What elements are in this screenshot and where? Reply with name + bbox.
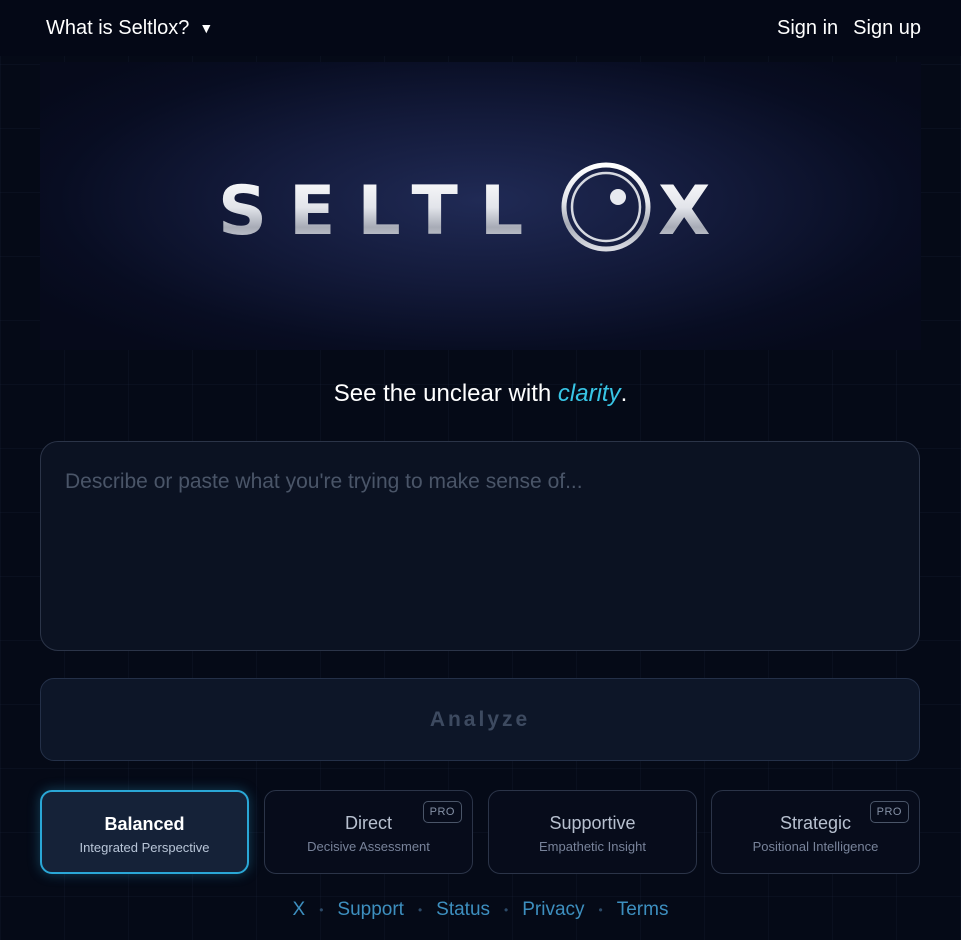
hero-banner: SELTL X	[40, 62, 921, 350]
tagline-period: .	[620, 380, 628, 407]
footer-link-status[interactable]: Status	[436, 898, 490, 922]
analyze-button[interactable]: Analyze	[40, 678, 920, 761]
tagline: See the unclear with clarity.	[0, 378, 961, 410]
logo-text-left: SELTL	[218, 172, 545, 251]
situation-input[interactable]	[40, 441, 920, 651]
logo-text-right: X	[658, 172, 710, 251]
sign-up-link[interactable]: Sign up	[853, 16, 921, 40]
mode-direct[interactable]: PRO Direct Decisive Assessment	[264, 790, 473, 874]
footer-link-terms[interactable]: Terms	[617, 898, 669, 922]
top-bar: What is Seltlox? ▼ Sign in Sign up	[0, 0, 961, 56]
footer-links: X • Support • Status • Privacy • Terms	[0, 898, 961, 922]
tagline-accent: clarity	[557, 380, 621, 407]
mode-subtitle: Empathetic Insight	[539, 839, 646, 854]
mode-strategic[interactable]: PRO Strategic Positional Intelligence	[711, 790, 920, 874]
separator-dot: •	[598, 903, 603, 917]
about-label: What is Seltlox?	[46, 17, 190, 39]
mode-balanced[interactable]: Balanced Integrated Perspective	[40, 790, 249, 874]
mode-subtitle: Integrated Perspective	[79, 840, 210, 855]
mode-title: Balanced	[104, 814, 185, 834]
footer-link-privacy[interactable]: Privacy	[522, 898, 584, 922]
mode-title: Supportive	[549, 813, 636, 833]
page: What is Seltlox? ▼ Sign in Sign up SELTL	[0, 0, 961, 940]
auth-links: Sign in Sign up	[777, 16, 921, 40]
footer-link-x[interactable]: X	[293, 898, 306, 922]
mode-subtitle: Decisive Assessment	[307, 839, 430, 854]
sign-in-link[interactable]: Sign in	[777, 16, 838, 40]
mode-selector: Balanced Integrated Perspective PRO Dire…	[40, 790, 920, 874]
eye-lens-icon	[561, 162, 651, 252]
footer-link-support[interactable]: Support	[337, 898, 404, 922]
mode-title: Strategic	[779, 813, 852, 833]
mode-title: Direct	[344, 813, 392, 833]
caret-down-icon: ▼	[199, 20, 214, 36]
mode-subtitle: Positional Intelligence	[752, 839, 879, 854]
separator-dot: •	[319, 903, 324, 917]
about-dropdown-toggle[interactable]: What is Seltlox? ▼	[46, 16, 213, 40]
tagline-text: See the unclear with	[333, 380, 558, 407]
mode-supportive[interactable]: Supportive Empathetic Insight	[488, 790, 697, 874]
separator-dot: •	[504, 903, 509, 917]
seltlox-logo: SELTL X	[218, 162, 710, 252]
separator-dot: •	[417, 903, 423, 917]
